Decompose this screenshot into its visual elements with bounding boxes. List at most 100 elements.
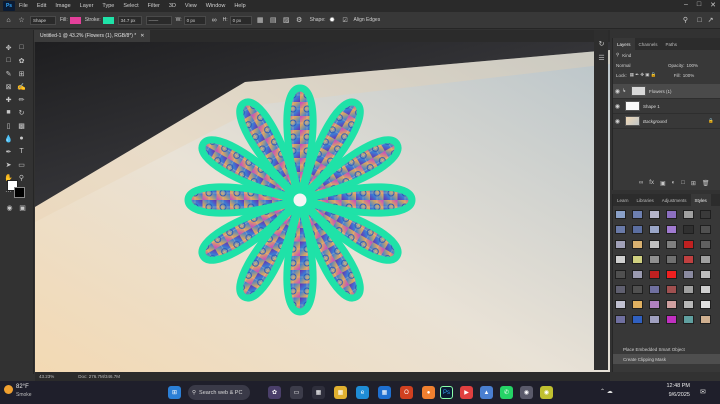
menu-filter[interactable]: Filter bbox=[148, 3, 160, 9]
style-swatch[interactable] bbox=[649, 285, 660, 294]
link-icon[interactable]: ∞ bbox=[210, 16, 219, 25]
style-swatch[interactable] bbox=[649, 315, 660, 324]
windows-start-icon[interactable]: ⊞ bbox=[168, 386, 181, 399]
menu-image[interactable]: Image bbox=[55, 3, 70, 9]
type-tool-icon[interactable]: T bbox=[16, 146, 27, 157]
rectangle-tool-icon[interactable]: ▭ bbox=[16, 159, 27, 170]
style-swatch[interactable] bbox=[683, 300, 694, 309]
style-swatch[interactable] bbox=[700, 300, 711, 309]
style-swatch[interactable] bbox=[615, 285, 626, 294]
pen-tool-icon[interactable]: ✒ bbox=[3, 146, 14, 157]
file-explorer-icon[interactable]: ▦ bbox=[334, 386, 347, 399]
history-panel-icon[interactable]: ↻ bbox=[596, 38, 607, 49]
tab-channels[interactable]: Channels bbox=[635, 38, 662, 50]
style-swatch[interactable] bbox=[700, 315, 711, 324]
settings-gear-icon[interactable]: ⚙ bbox=[295, 16, 304, 25]
artboard-tool-icon[interactable]: □ bbox=[16, 42, 27, 53]
style-swatch[interactable] bbox=[649, 240, 660, 249]
tab-learn[interactable]: Learn bbox=[613, 194, 633, 206]
copilot-icon[interactable]: ✿ bbox=[268, 386, 281, 399]
document-tab[interactable]: Untitled-1 @ 43.2% (Flowers (1), RGB/8*)… bbox=[34, 30, 151, 42]
shape-picker-icon[interactable]: ✹ bbox=[328, 16, 337, 25]
menu-3d[interactable]: 3D bbox=[169, 3, 176, 9]
style-swatch[interactable] bbox=[632, 210, 643, 219]
style-swatch[interactable] bbox=[666, 285, 677, 294]
style-swatch[interactable] bbox=[666, 300, 677, 309]
style-swatch[interactable] bbox=[632, 240, 643, 249]
menu-type[interactable]: Type bbox=[102, 3, 114, 9]
clock-time[interactable]: 12:48 PM bbox=[650, 383, 690, 389]
style-swatch[interactable] bbox=[615, 315, 626, 324]
document-canvas[interactable] bbox=[35, 42, 610, 372]
photos-icon[interactable]: ▲ bbox=[480, 386, 493, 399]
style-swatch[interactable] bbox=[632, 270, 643, 279]
style-swatch[interactable] bbox=[683, 240, 694, 249]
layer-name[interactable]: Shape 1 bbox=[643, 104, 660, 109]
layer-row-shape[interactable]: ◉ Shape 1 bbox=[613, 99, 720, 114]
tool-mode-select[interactable]: Shape bbox=[30, 15, 56, 25]
style-swatch[interactable] bbox=[632, 255, 643, 264]
style-swatch[interactable] bbox=[615, 240, 626, 249]
eraser-tool-icon[interactable]: ▯ bbox=[3, 120, 14, 131]
taskbar-search[interactable]: ⚲ Search web & PC bbox=[188, 385, 250, 400]
tab-close-icon[interactable]: ✕ bbox=[140, 33, 144, 39]
layer-row-background[interactable]: ◉ Background 🔒 bbox=[613, 114, 720, 129]
style-swatch[interactable] bbox=[649, 270, 660, 279]
maximize-icon[interactable]: □ bbox=[697, 1, 701, 9]
tab-paths[interactable]: Paths bbox=[662, 38, 682, 50]
style-swatch[interactable] bbox=[632, 225, 643, 234]
style-swatch[interactable] bbox=[632, 315, 643, 324]
group-icon[interactable]: □ bbox=[681, 180, 685, 187]
style-swatch[interactable] bbox=[683, 225, 694, 234]
tab-styles[interactable]: Styles bbox=[690, 194, 711, 206]
workspace-icon[interactable]: □ bbox=[695, 16, 704, 25]
layer-row-flowers[interactable]: ◉ ↳ Flowers (1) bbox=[613, 84, 720, 99]
path-arrangement-icon[interactable]: ▨ bbox=[282, 16, 291, 25]
visibility-eye-icon[interactable]: ◉ bbox=[613, 118, 622, 125]
chrome-icon[interactable]: ◉ bbox=[540, 386, 553, 399]
dodge-tool-icon[interactable]: ● bbox=[16, 133, 27, 144]
style-swatch[interactable] bbox=[666, 270, 677, 279]
style-swatch[interactable] bbox=[649, 210, 660, 219]
frame-tool-icon[interactable]: ⊠ bbox=[3, 81, 14, 92]
background-color-swatch[interactable] bbox=[14, 187, 25, 198]
crop-tool-icon[interactable]: ⊞ bbox=[16, 68, 27, 79]
photoshop-taskbar-icon[interactable]: Ps bbox=[440, 386, 453, 399]
stroke-type-select[interactable]: ─── bbox=[145, 15, 172, 25]
eyedropper-tool-icon[interactable]: ✍ bbox=[16, 81, 27, 92]
style-swatch[interactable] bbox=[700, 210, 711, 219]
width-input[interactable]: 0 px bbox=[183, 15, 206, 25]
path-select-tool-icon[interactable]: ➤ bbox=[3, 159, 14, 170]
style-swatch[interactable] bbox=[666, 255, 677, 264]
style-swatch[interactable] bbox=[666, 225, 677, 234]
style-swatch[interactable] bbox=[615, 300, 626, 309]
blur-tool-icon[interactable]: 💧 bbox=[3, 133, 14, 144]
fx-icon[interactable]: fx bbox=[649, 180, 654, 187]
weather-temp[interactable]: 82°F bbox=[16, 384, 29, 390]
adjustment-icon[interactable]: ◐ bbox=[672, 180, 676, 187]
firefox-icon[interactable]: ● bbox=[422, 386, 435, 399]
menu-view[interactable]: View bbox=[185, 3, 197, 9]
widgets-icon[interactable]: ▦ bbox=[312, 386, 325, 399]
history-item[interactable]: Place Embedded Smart Object bbox=[613, 344, 720, 354]
style-swatch[interactable] bbox=[700, 285, 711, 294]
style-swatch[interactable] bbox=[683, 210, 694, 219]
style-swatch[interactable] bbox=[700, 225, 711, 234]
style-swatch[interactable] bbox=[700, 240, 711, 249]
style-swatch[interactable] bbox=[683, 255, 694, 264]
visibility-eye-icon[interactable]: ◉ bbox=[613, 88, 622, 95]
tab-libraries[interactable]: Libraries bbox=[633, 194, 658, 206]
blend-mode-select[interactable]: Normal bbox=[616, 63, 668, 68]
style-swatch[interactable] bbox=[683, 270, 694, 279]
stroke-color-swatch[interactable] bbox=[102, 16, 114, 24]
camera-icon[interactable]: ◉ bbox=[520, 386, 533, 399]
style-swatch[interactable] bbox=[615, 270, 626, 279]
lasso-tool-icon[interactable]: ✿ bbox=[16, 55, 27, 66]
search-icon[interactable]: ⚲ bbox=[681, 16, 690, 25]
shape-tool-icon[interactable]: ☆ bbox=[17, 16, 26, 25]
style-swatch[interactable] bbox=[615, 225, 626, 234]
style-swatch[interactable] bbox=[683, 315, 694, 324]
history-brush-tool-icon[interactable]: ↻ bbox=[16, 107, 27, 118]
weather-text[interactable]: Smoke bbox=[16, 392, 32, 398]
move-tool-icon[interactable]: ✥ bbox=[3, 42, 14, 53]
